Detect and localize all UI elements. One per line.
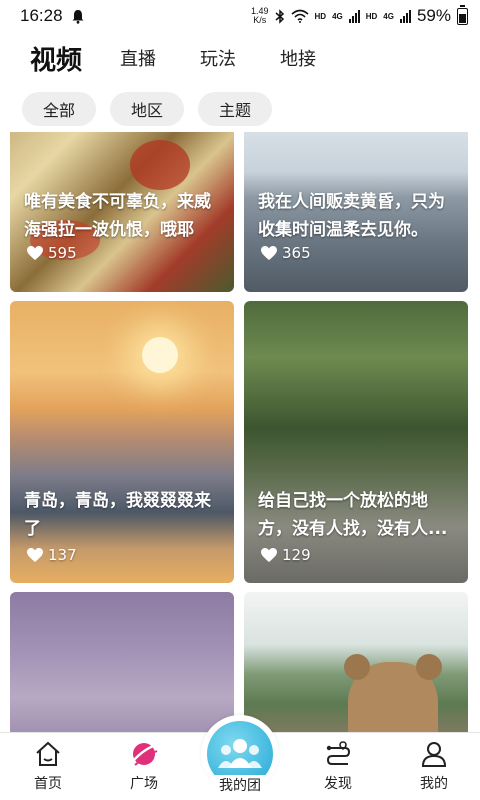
filter-theme[interactable]: 主题 xyxy=(198,92,272,126)
video-card[interactable] xyxy=(10,592,234,732)
card-likes: 129 xyxy=(260,546,311,564)
heart-icon xyxy=(261,548,277,562)
nav-square-label: 广场 xyxy=(130,776,158,792)
status-indicators: 1.49 K/s HD 4G HD 4G 59% xyxy=(251,4,468,26)
bottom-nav: 首页 广场 我的团 发现 我的 xyxy=(0,715,480,800)
video-feed[interactable]: 唯有美食不可辜负，来威海强拉一波仇恨，哦耶 595 我在人间贩卖黄昏，只为收集时… xyxy=(0,132,480,732)
network-label-2: 4G xyxy=(383,11,394,21)
wifi-icon xyxy=(290,9,309,23)
heart-icon xyxy=(27,548,43,562)
likes-count: 365 xyxy=(282,244,311,262)
net-speed: 1.49 K/s xyxy=(251,7,269,25)
nav-mine[interactable]: 我的 xyxy=(386,739,480,793)
filter-all[interactable]: 全部 xyxy=(22,92,96,126)
card-title: 唯有美食不可辜负，来威海强拉一波仇恨，哦耶 xyxy=(24,192,211,240)
bell-icon xyxy=(72,9,84,24)
filter-region[interactable]: 地区 xyxy=(110,92,184,126)
teddy-bear-ear xyxy=(416,654,442,680)
tab-video[interactable]: 视频 xyxy=(30,40,82,77)
card-likes: 595 xyxy=(26,244,77,262)
top-tabs: 视频 直播 玩法 地接 xyxy=(0,36,480,80)
status-bar: 16:28 1.49 K/s HD 4G HD 4G 59% xyxy=(0,0,480,32)
discover-icon xyxy=(326,741,351,765)
likes-count: 137 xyxy=(48,546,77,564)
nav-discover-label: 发现 xyxy=(324,776,352,792)
nav-mine-label: 我的 xyxy=(420,776,448,792)
hd-label-2: HD xyxy=(365,11,378,21)
video-card[interactable]: 唯有美食不可辜负，来威海强拉一波仇恨，哦耶 595 xyxy=(10,132,234,292)
nav-my-team[interactable]: 我的团 xyxy=(196,715,284,800)
card-likes: 137 xyxy=(26,546,77,564)
likes-count: 129 xyxy=(282,546,311,564)
card-title: 青岛，青岛，我叕叕叕来了 xyxy=(24,491,211,539)
nav-home[interactable]: 首页 xyxy=(0,739,96,793)
video-card[interactable]: 青岛，青岛，我叕叕叕来了 137 xyxy=(10,301,234,583)
tab-live[interactable]: 直播 xyxy=(120,45,156,71)
heart-icon xyxy=(27,246,43,260)
card-title: 给自己找一个放松的地方，没有人找，没有人... xyxy=(258,491,448,539)
video-card[interactable]: 我在人间贩卖黄昏，只为收集时间温柔去见你。 365 xyxy=(244,132,468,292)
nav-my-team-label: 我的团 xyxy=(215,775,265,795)
net-speed-unit: K/s xyxy=(253,15,267,25)
heart-icon xyxy=(261,246,277,260)
sun-decor xyxy=(142,337,178,373)
video-card[interactable]: 给自己找一个放松的地方，没有人找，没有人... 129 xyxy=(244,301,468,583)
status-time: 16:28 xyxy=(20,6,63,25)
team-icon xyxy=(218,739,262,768)
video-card[interactable] xyxy=(244,592,468,732)
battery-percent: 59% xyxy=(416,6,451,25)
food-decor xyxy=(130,140,190,190)
nav-square[interactable]: 广场 xyxy=(96,739,192,793)
signal-icon xyxy=(348,9,360,23)
nav-discover[interactable]: 发现 xyxy=(290,739,386,793)
square-icon xyxy=(132,743,158,766)
card-title: 我在人间贩卖黄昏，只为收集时间温柔去见你。 xyxy=(258,192,445,240)
user-icon xyxy=(421,742,447,767)
battery-icon xyxy=(457,4,468,25)
likes-count: 595 xyxy=(48,244,77,262)
tab-local-guide[interactable]: 地接 xyxy=(280,45,316,71)
bluetooth-icon xyxy=(275,8,284,24)
signal-icon-2 xyxy=(399,9,411,23)
tab-gameplay[interactable]: 玩法 xyxy=(200,45,236,71)
nav-home-label: 首页 xyxy=(34,776,62,792)
hd-label-1: HD xyxy=(314,11,327,21)
network-label-1: 4G xyxy=(332,11,343,21)
home-icon xyxy=(36,741,60,766)
card-likes: 365 xyxy=(260,244,311,262)
filter-chips: 全部 地区 主题 xyxy=(0,92,480,126)
teddy-bear-ear xyxy=(344,654,370,680)
